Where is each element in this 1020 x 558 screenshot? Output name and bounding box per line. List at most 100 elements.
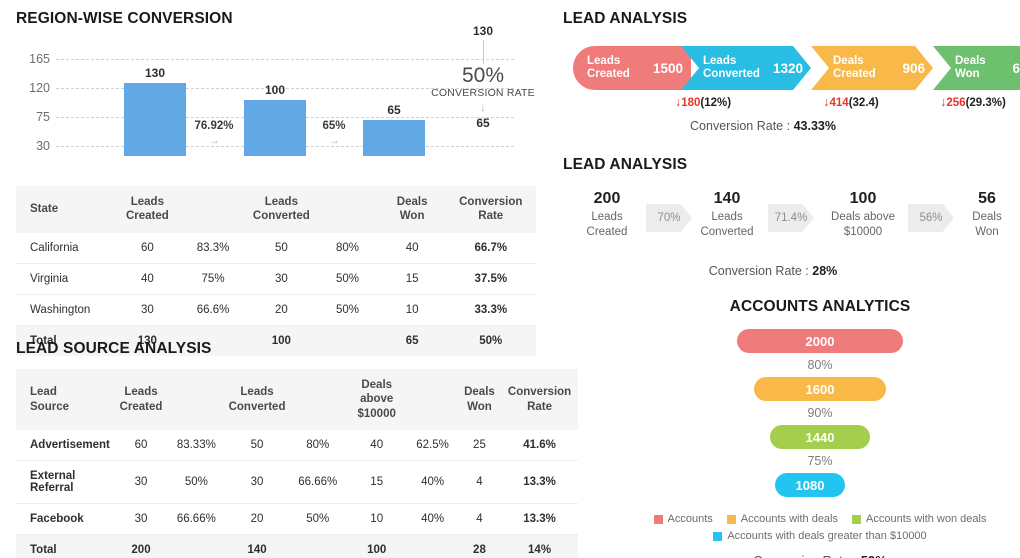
cell-deals-won: 4 (457, 503, 502, 536)
step-node-leads-created[interactable]: 200 Leads Created (552, 190, 662, 240)
accounts-bar-with-deals[interactable]: 1600 (754, 377, 886, 401)
drop-percent: (29.3%) (965, 97, 1006, 109)
drop-annotation-3: ↓256(29.3%) (940, 95, 1006, 109)
table-row[interactable]: California 60 83.3% 50 80% 40 66.7% (16, 232, 536, 264)
accounts-bar-accounts[interactable]: 2000 (737, 329, 903, 353)
col-leads-created: Leads Created (113, 369, 169, 431)
summary-connector-line (482, 40, 484, 64)
cell-deals-above: 15 (346, 460, 408, 505)
cell-pct-2: 80% (316, 232, 379, 264)
bar-deals-won[interactable] (363, 120, 425, 156)
drop-percent: (32.4) (848, 97, 879, 109)
bar-value: 1080 (795, 477, 825, 493)
cell-leads-created: 40 (115, 263, 180, 295)
lead-source-title: LEAD SOURCE ANALYSIS (16, 340, 212, 357)
step-node-deals-won[interactable]: 56 Deals Won (932, 190, 1020, 240)
table-row[interactable]: Virginia 40 75% 30 50% 15 37.5% (16, 263, 536, 295)
cell-conversion-rate: 33.3% (445, 294, 536, 326)
bar-value: 1600 (805, 381, 835, 397)
step-node-deals-above[interactable]: 100 Deals above $10000 (808, 190, 918, 240)
cell-state: Virginia (16, 263, 116, 295)
step-percent: 76.92% (194, 120, 234, 132)
node-value: 140 (713, 190, 741, 207)
accounts-pct-2: 90% (807, 406, 833, 420)
accounts-bar-deals-over-10000[interactable]: 1080 (775, 473, 845, 497)
drop-annotation-2: ↓414(32.4) (823, 95, 878, 109)
col-spacer-1 (168, 369, 225, 431)
bar-value-label: 130 (144, 66, 166, 80)
bar-leads-created[interactable] (124, 83, 186, 156)
col-spacer-2 (289, 369, 346, 431)
col-spacer-2 (316, 186, 379, 233)
col-lead-source: Lead Source (16, 369, 114, 431)
segment-label: Deals Created (833, 54, 876, 80)
col-leads-converted: Leads Converted (246, 186, 317, 233)
funnel-segment-leads-created[interactable]: Leads Created 1500 (573, 46, 691, 90)
table-row[interactable]: External Referral 30 50% 30 66.66% 15 40%… (16, 460, 578, 505)
cell-lead-source: Advertisement (16, 430, 114, 462)
funnel-segment-deals-created[interactable]: Deals Created 906 (811, 46, 933, 90)
segment-value: 1320 (772, 60, 803, 76)
bar-value-label: 65 (387, 103, 401, 117)
table-header-row: State Leads Created Leads Converted Deals W… (16, 186, 536, 233)
table-row[interactable]: Facebook 30 66.66% 20 50% 10 40% 4 13.3% (16, 503, 578, 536)
cell-leads-converted: 20 (246, 294, 317, 326)
segment-value: 906 (902, 60, 925, 76)
footer-value: 28% (812, 264, 838, 278)
cell-deals-won: 25 (457, 430, 502, 462)
funnel-segment-deals-won[interactable]: DealsWon 650 (933, 46, 1020, 90)
funnel-segment-leads-converted[interactable]: Leads Converted 1320 (681, 46, 811, 90)
legend-item-accounts-deals-over-10000[interactable]: Accounts with deals greater than $10000 (713, 530, 927, 542)
accounts-bar-won-deals[interactable]: 1440 (770, 425, 870, 449)
legend-item-accounts[interactable]: Accounts (653, 513, 713, 525)
cell-pct-2: 66.66% (289, 460, 346, 505)
legend-label: Accounts with deals greater than $10000 (727, 530, 927, 542)
table-row[interactable]: Advertisement 60 83.33% 50 80% 40 62.5% … (16, 430, 578, 462)
arrow-right-icon: → (207, 133, 220, 147)
bar-value: 1440 (805, 429, 835, 445)
cell-conversion-rate: 66.7% (445, 232, 536, 264)
conversion-rate-summary: 130 50% CONVERSION RATE ↓ 65 (418, 24, 548, 130)
cell-pct-1: 66.6% (179, 294, 247, 326)
legend-swatch-icon (653, 514, 663, 524)
cell-leads-converted: 20 (224, 503, 290, 536)
cell-deals-above: 10 (346, 503, 408, 536)
node-label: Deals Won (972, 211, 1002, 238)
step-node-leads-converted[interactable]: 140 Leads Converted (672, 190, 782, 240)
segment-value: 650 (1012, 60, 1020, 76)
bar-value-label: 100 (264, 83, 286, 97)
col-state: State (16, 186, 116, 233)
cell-deals-won: 40 (378, 232, 446, 264)
legend-row-1: Accounts Accounts with deals Accounts wi… (640, 513, 1000, 525)
steps-chart: 200 Leads Created 70% 140 Leads Converted … (563, 190, 1008, 252)
cell-pct-3: 40% (407, 503, 458, 536)
legend-label: Accounts (667, 513, 713, 525)
legend-item-accounts-with-deals[interactable]: Accounts with deals (726, 513, 838, 525)
cell-conversion-rate: 13.3% (501, 503, 578, 536)
legend-item-accounts-with-won-deals[interactable]: Accounts with won deals (852, 513, 986, 525)
cell-total-leads-created: 200 (113, 534, 169, 558)
region-wise-conversion-panel: REGION-WISE CONVERSION 165 120 75 30 130… (16, 10, 536, 356)
col-spacer-1 (179, 186, 247, 233)
region-table: State Leads Created Leads Converted Deals W… (16, 186, 536, 356)
bar-leads-converted[interactable] (244, 100, 306, 156)
col-deals-won: Deals Won (378, 186, 446, 233)
cell-pct-3: 40% (407, 460, 458, 505)
accounts-analytics-title: ACCOUNTS ANALYTICS (729, 298, 911, 315)
legend-swatch-icon (713, 531, 723, 541)
segment-label: Leads Created (587, 54, 630, 80)
col-leads-converted: Leads Converted (224, 369, 290, 431)
step-percent: 65% (322, 120, 346, 132)
cell-leads-converted: 30 (224, 460, 290, 505)
table-total-row: Total 200 140 100 28 14% (16, 534, 578, 558)
cell-state: Washington (16, 294, 116, 326)
node-label: Leads Created (586, 211, 628, 238)
accounts-pct-1: 80% (807, 358, 833, 372)
cell-deals-won: 4 (457, 460, 502, 505)
cell-conversion-rate: 13.3% (501, 460, 578, 505)
table-row[interactable]: Washington 30 66.6% 20 50% 10 33.3% (16, 294, 536, 326)
accounts-funnel-chart: 2000 80% 1600 90% 1440 75% 1080 (640, 329, 1000, 497)
drop-amount: 180 (681, 97, 701, 109)
segment-label: Deals Won (955, 54, 986, 80)
cell-lead-source: Facebook (16, 503, 114, 536)
